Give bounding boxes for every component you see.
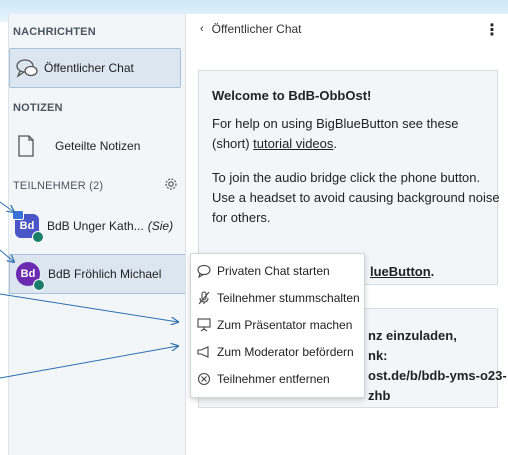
avatar: Bd <box>16 262 45 291</box>
chat-header[interactable]: ‹ Öffentlicher Chat <box>200 22 302 36</box>
participant-row-unger[interactable]: Bd BdB Unger Kath... (Sie) <box>9 206 186 246</box>
remove-circle-icon <box>191 372 217 386</box>
bigbluebutton-link[interactable]: lueButton <box>370 264 431 279</box>
participant-name: BdB Fröhlich Michael <box>48 267 162 281</box>
menu-item-make-presenter[interactable]: Zum Präsentator machen <box>191 312 366 338</box>
presenter-icon <box>12 210 24 220</box>
more-options-icon[interactable]: ⋮ <box>484 20 500 40</box>
menu-item-mute[interactable]: Teilnehmer stummschalten <box>191 285 366 311</box>
mic-off-icon <box>191 291 217 305</box>
welcome-line-6: for others. <box>212 210 271 225</box>
public-chat-label: Öffentlicher Chat <box>44 61 134 75</box>
invite-line-1: nz einzuladen, <box>368 328 457 343</box>
participant-row-froehlich[interactable]: Bd BdB Fröhlich Michael <box>9 254 186 294</box>
shared-notes-label: Geteilte Notizen <box>55 139 141 153</box>
notes-section-title: NOTIZEN <box>13 102 63 114</box>
invite-line-2: nk: <box>368 348 388 363</box>
public-chat-item[interactable]: Öffentlicher Chat <box>9 48 181 88</box>
avatar: Bd <box>12 210 44 243</box>
gear-icon[interactable] <box>164 177 178 196</box>
welcome-line-2: For help on using BigBlueButton see thes… <box>212 116 459 131</box>
document-icon <box>9 135 43 157</box>
mic-icon <box>32 231 44 243</box>
participants-section-title: TEILNEHMER (2) <box>13 180 104 192</box>
messages-section-title: NACHRICHTEN <box>13 26 96 38</box>
chat-bubble-icon <box>191 264 217 278</box>
menu-item-promote-moderator[interactable]: Zum Moderator befördern <box>191 339 366 365</box>
tutorial-videos-link[interactable]: tutorial videos <box>253 136 333 151</box>
invite-line-4: zhb <box>368 388 391 403</box>
menu-item-private-chat[interactable]: Privaten Chat starten <box>191 258 366 284</box>
mic-icon <box>33 279 45 291</box>
menu-item-remove-participant[interactable]: Teilnehmer entfernen <box>191 366 366 392</box>
invite-line-3: ost.de/b/bdb-yms-o23- <box>368 368 507 383</box>
megaphone-icon <box>191 345 217 359</box>
participant-name: BdB Unger Kath... <box>47 219 144 233</box>
welcome-line-7: lueButton. <box>370 264 435 279</box>
welcome-line-1: Welcome to BdB-ObbOst! <box>212 88 372 103</box>
participant-context-menu: Privaten Chat starten Teilnehmer stummsc… <box>190 253 365 398</box>
user-list-sidebar: NACHRICHTEN Öffentlicher Chat NOTIZEN Ge… <box>8 14 186 455</box>
self-marker: (Sie) <box>147 219 174 233</box>
welcome-line-5: Use a headset to avoid causing backgroun… <box>212 190 500 205</box>
shared-notes-item[interactable]: Geteilte Notizen <box>9 126 181 166</box>
chevron-left-icon: ‹ <box>200 23 204 35</box>
chat-icon <box>10 58 44 78</box>
chat-title: Öffentlicher Chat <box>211 22 302 36</box>
presentation-icon <box>191 318 217 332</box>
welcome-line-4: To join the audio bridge click the phone… <box>212 170 481 185</box>
welcome-line-3: (short) tutorial videos. <box>212 136 338 151</box>
